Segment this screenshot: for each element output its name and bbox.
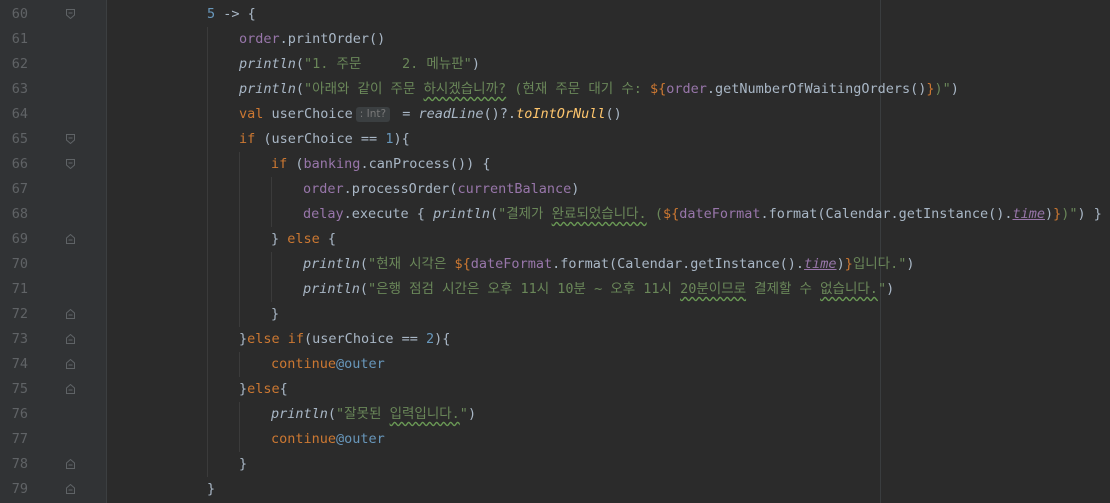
line-number: 77 <box>11 431 28 447</box>
line-number: 79 <box>11 481 28 497</box>
code-line[interactable]: 65 if (userChoice == 1){ <box>0 127 1110 152</box>
code-text: 5 -> { <box>207 6 256 22</box>
code-line[interactable]: 73 }else if(userChoice == 2){ <box>0 327 1110 352</box>
fold-open-icon[interactable] <box>66 134 75 144</box>
line-number: 72 <box>11 306 28 322</box>
line-number: 68 <box>11 206 28 222</box>
code-line[interactable]: 74 continue@outer <box>0 352 1110 377</box>
code-line[interactable]: 75 }else{ <box>0 377 1110 402</box>
type-hint: : Int? <box>355 107 391 122</box>
code-text: if (userChoice == 1){ <box>239 131 410 147</box>
code-line[interactable]: 67 order.processOrder(currentBalance) <box>0 177 1110 202</box>
code-text: println("잘못된 입력입니다.") <box>271 406 477 422</box>
code-editor[interactable]: 60 5 -> { 61 order.printOrder() 62 print… <box>0 0 1110 503</box>
code-line[interactable]: 71 println("은행 점검 시간은 오후 11시 10분 ~ 오후 11… <box>0 277 1110 302</box>
code-text: continue@outer <box>271 356 385 372</box>
code-text: } <box>271 306 280 322</box>
line-number: 65 <box>11 131 28 147</box>
line-number: 61 <box>11 31 28 47</box>
code-text: }else{ <box>239 381 288 397</box>
code-line[interactable]: 70 println("현재 시각은 ${dateFormat.format(C… <box>0 252 1110 277</box>
line-number: 76 <box>11 406 28 422</box>
code-text: println("현재 시각은 ${dateFormat.format(Cale… <box>303 256 915 272</box>
line-number: 75 <box>11 381 28 397</box>
code-text: println("1. 주문 2. 메뉴판") <box>239 56 480 72</box>
code-text: } <box>207 481 216 497</box>
fold-close-icon[interactable] <box>66 334 75 344</box>
line-number: 67 <box>11 181 28 197</box>
fold-close-icon[interactable] <box>66 309 75 319</box>
fold-open-icon[interactable] <box>66 159 75 169</box>
line-number: 74 <box>11 356 28 372</box>
code-line[interactable]: 79 } <box>0 477 1110 502</box>
code-line[interactable]: 64 val userChoice: Int? = readLine()?.to… <box>0 102 1110 127</box>
fold-close-icon[interactable] <box>66 359 75 369</box>
line-number: 60 <box>11 6 28 22</box>
line-number: 64 <box>11 106 28 122</box>
line-number: 63 <box>11 81 28 97</box>
code-line[interactable]: 66 if (banking.canProcess()) { <box>0 152 1110 177</box>
code-line[interactable]: 60 5 -> { <box>0 2 1110 27</box>
line-number: 62 <box>11 56 28 72</box>
code-text: println("은행 점검 시간은 오후 11시 10분 ~ 오후 11시 2… <box>303 281 895 297</box>
fold-close-icon[interactable] <box>66 384 75 394</box>
line-number: 71 <box>11 281 28 297</box>
code-line[interactable]: 76 println("잘못된 입력입니다.") <box>0 402 1110 427</box>
code-text: val userChoice: Int? = readLine()?.toInt… <box>239 106 622 122</box>
code-line[interactable]: 72 } <box>0 302 1110 327</box>
line-number: 78 <box>11 456 28 472</box>
line-number: 73 <box>11 331 28 347</box>
code-text: } <box>239 456 248 472</box>
fold-open-icon[interactable] <box>66 9 75 19</box>
line-number: 69 <box>11 231 28 247</box>
code-text: order.processOrder(currentBalance) <box>303 181 580 197</box>
code-text: }else if(userChoice == 2){ <box>239 331 451 347</box>
code-text: println("아래와 같이 주문 하시겠습니까? (현재 주문 대기 수: … <box>239 81 959 97</box>
code-text: if (banking.canProcess()) { <box>271 156 491 172</box>
code-line[interactable]: 69 } else { <box>0 227 1110 252</box>
code-text: continue@outer <box>271 431 385 447</box>
code-text: } else { <box>271 231 337 247</box>
fold-close-icon[interactable] <box>66 459 75 469</box>
code-line[interactable]: 61 order.printOrder() <box>0 27 1110 52</box>
line-number: 70 <box>11 256 28 272</box>
line-number: 66 <box>11 156 28 172</box>
code-line[interactable]: 62 println("1. 주문 2. 메뉴판") <box>0 52 1110 77</box>
fold-close-icon[interactable] <box>66 484 75 494</box>
code-line[interactable]: 63 println("아래와 같이 주문 하시겠습니까? (현재 주문 대기 … <box>0 77 1110 102</box>
code-line[interactable]: 78 } <box>0 452 1110 477</box>
code-text: delay.execute { println("결제가 완료되었습니다. ($… <box>303 206 1102 222</box>
code-text: order.printOrder() <box>239 31 386 47</box>
fold-close-icon[interactable] <box>66 234 75 244</box>
code-line[interactable]: 68 delay.execute { println("결제가 완료되었습니다.… <box>0 202 1110 227</box>
code-line[interactable]: 77 continue@outer <box>0 427 1110 452</box>
